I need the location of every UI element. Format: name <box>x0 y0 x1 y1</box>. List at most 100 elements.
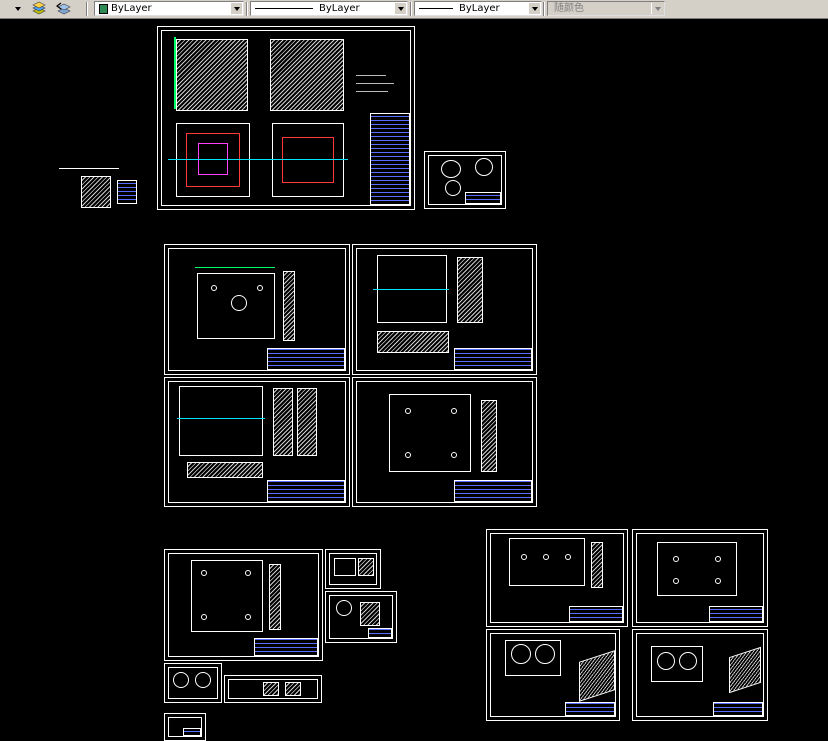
hole <box>543 554 549 560</box>
title-block <box>569 606 623 622</box>
color-swatch-icon <box>99 4 108 14</box>
title-block <box>565 702 615 716</box>
drawing-sheet[interactable] <box>424 151 506 209</box>
title-block <box>254 638 318 656</box>
toolbar-separator <box>543 2 545 16</box>
cooling-channel <box>282 137 334 183</box>
chevron-down-icon[interactable] <box>528 3 540 14</box>
drawing-sheet[interactable] <box>632 629 768 721</box>
plate-view <box>657 542 737 596</box>
hole <box>405 408 411 414</box>
lineweight-combo[interactable]: ByLayer <box>414 1 542 16</box>
drawing-sheet[interactable] <box>164 549 323 661</box>
drawing-sheet[interactable] <box>164 244 350 375</box>
color-combo[interactable]: ByLayer <box>94 1 244 16</box>
toolbar-separator <box>246 2 248 16</box>
section-view <box>81 176 111 208</box>
detail-line <box>59 168 119 169</box>
title-block <box>183 728 201 736</box>
drawing-sheet[interactable] <box>325 591 397 643</box>
chevron-down-icon <box>651 3 663 14</box>
bill-of-materials <box>370 113 410 205</box>
technical-notes <box>356 83 394 84</box>
detail-table <box>117 180 137 204</box>
bore <box>231 295 247 311</box>
part-view <box>441 160 461 178</box>
drawing-sheet[interactable] <box>632 529 768 627</box>
hole <box>451 452 457 458</box>
hole <box>451 408 457 414</box>
drawing-sheet[interactable] <box>486 529 628 627</box>
hole <box>673 556 679 562</box>
linetype-combo[interactable]: ByLayer <box>250 1 408 16</box>
chevron-down-icon <box>15 7 21 11</box>
drawing-sheet[interactable] <box>224 675 322 703</box>
color-combo-value: ByLayer <box>111 3 152 14</box>
hole <box>201 614 207 620</box>
part-view <box>445 180 461 196</box>
detail-drawing[interactable] <box>58 161 140 211</box>
hole <box>715 578 721 584</box>
title-block <box>454 480 532 502</box>
dimension-line <box>174 37 176 109</box>
title-block <box>267 480 345 502</box>
center-line <box>373 289 449 290</box>
hole <box>715 556 721 562</box>
technical-notes <box>356 75 386 76</box>
side-section <box>481 400 497 472</box>
hole <box>521 554 527 560</box>
side-section <box>283 271 295 341</box>
section-view <box>285 682 301 696</box>
chevron-down-icon[interactable] <box>230 3 242 14</box>
layer-previous-button[interactable] <box>55 1 71 17</box>
title-block <box>267 348 345 370</box>
linetype-preview <box>255 8 313 9</box>
title-block <box>454 348 532 370</box>
title-block <box>713 702 763 716</box>
plotstyle-combo: 随颜色 <box>547 1 665 16</box>
drawing-sheet[interactable] <box>157 26 415 210</box>
side-section <box>457 257 483 323</box>
part-view <box>334 558 356 576</box>
drawing-sheet[interactable] <box>164 663 222 703</box>
part-view <box>475 158 493 176</box>
drawing-sheet[interactable] <box>352 244 537 375</box>
hole <box>405 452 411 458</box>
toolbar-separator <box>410 2 412 16</box>
iso-view <box>358 558 374 576</box>
drawing-sheet[interactable] <box>325 549 381 589</box>
section-view <box>270 39 344 111</box>
section-view <box>263 682 279 696</box>
drawing-sheet[interactable] <box>164 713 206 741</box>
iso-view <box>360 602 380 626</box>
part-view <box>336 600 352 616</box>
plate-view <box>179 386 263 456</box>
lineweight-preview <box>419 8 453 9</box>
drawing-sheet[interactable] <box>352 377 537 507</box>
side-section <box>269 564 281 630</box>
bore <box>679 652 697 670</box>
bore <box>535 644 555 664</box>
hole <box>211 285 217 291</box>
hole <box>565 554 571 560</box>
bottom-section <box>187 462 263 478</box>
drawing-sheet[interactable] <box>164 377 350 507</box>
title-block <box>709 606 763 622</box>
properties-toolbar: ByLayer ByLayer ByLayer 随颜色 <box>0 0 828 19</box>
plotstyle-combo-value: 随颜色 <box>554 3 584 14</box>
side-section <box>297 388 317 456</box>
plate-view <box>389 394 471 472</box>
layer-previous-icon <box>56 2 71 15</box>
lineweight-combo-value: ByLayer <box>459 3 500 14</box>
hole <box>201 570 207 576</box>
section-view <box>176 39 248 111</box>
chevron-down-icon[interactable] <box>394 3 406 14</box>
layer-states-button[interactable] <box>31 1 47 17</box>
title-block <box>368 628 392 638</box>
drawing-sheet[interactable] <box>486 629 620 721</box>
drawing-canvas[interactable] <box>0 19 828 741</box>
hole <box>245 570 251 576</box>
layer-states-icon <box>32 1 46 15</box>
layer-dropdown-arrow[interactable] <box>12 1 24 16</box>
bore <box>511 644 531 664</box>
